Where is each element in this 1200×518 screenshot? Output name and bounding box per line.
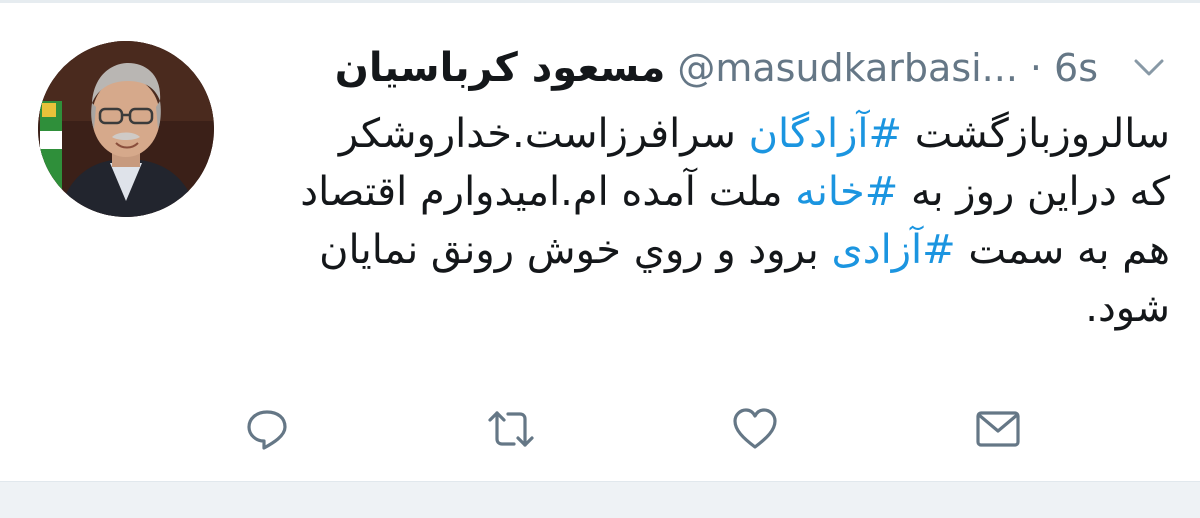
tweet-text-line: که دراین روز به #خانه ملت آمده ام.امیدوا… xyxy=(230,163,1170,221)
separator-dot: · xyxy=(1029,46,1043,90)
direct-message-button[interactable] xyxy=(968,399,1028,459)
tweet-text-segment: شود. xyxy=(1085,285,1170,331)
tweet-text: سالروزبازگشت #آزادگان سرافرزاست.خداروشکر… xyxy=(230,105,1170,337)
tweet-text-line: سالروزبازگشت #آزادگان سرافرزاست.خداروشکر xyxy=(230,105,1170,163)
hashtag-link[interactable]: #آزادی xyxy=(831,227,955,273)
reply-icon xyxy=(247,410,287,450)
avatar[interactable] xyxy=(38,41,214,217)
tweet-text-line: شود. xyxy=(230,279,1170,337)
timestamp[interactable]: 6s xyxy=(1054,46,1098,90)
like-button[interactable] xyxy=(725,399,785,459)
tweet-text-segment: برود و روي خوش رونق نمايان xyxy=(319,227,832,273)
tweet-header: 6s · @masudkarbasi... مسعود کرباسیان xyxy=(335,41,1170,95)
tweet-text-segment: سرافرزاست.خداروشکر xyxy=(338,111,749,157)
tweet-card[interactable]: 6s · @masudkarbasi... مسعود کرباسیان سال… xyxy=(0,3,1200,481)
like-icon xyxy=(733,408,777,449)
direct-message-icon xyxy=(976,411,1020,447)
tweet-text-line: هم به سمت #آزادی برود و روي خوش رونق نما… xyxy=(230,221,1170,279)
hashtag-link[interactable]: #خانه xyxy=(795,169,898,215)
tweet-text-segment: که دراین روز به xyxy=(898,169,1170,215)
reply-button[interactable] xyxy=(237,399,297,459)
user-handle[interactable]: @masudkarbasi... xyxy=(677,46,1018,90)
tweet-text-segment: ملت آمده ام.امیدوارم اقتصاد xyxy=(300,169,796,215)
retweet-button[interactable] xyxy=(481,399,541,459)
tweet-actions xyxy=(0,399,1200,459)
hashtag-link[interactable]: #آزادگان xyxy=(749,111,902,157)
tweet-text-segment: سالروزبازگشت xyxy=(902,111,1170,157)
retweet-icon xyxy=(488,411,534,447)
chevron-down-icon[interactable] xyxy=(1128,47,1170,89)
display-name[interactable]: مسعود کرباسیان xyxy=(335,45,666,91)
avatar-image xyxy=(38,41,214,217)
timeline-footer-band xyxy=(0,481,1200,518)
tweet-text-segment: هم به سمت xyxy=(955,227,1170,273)
